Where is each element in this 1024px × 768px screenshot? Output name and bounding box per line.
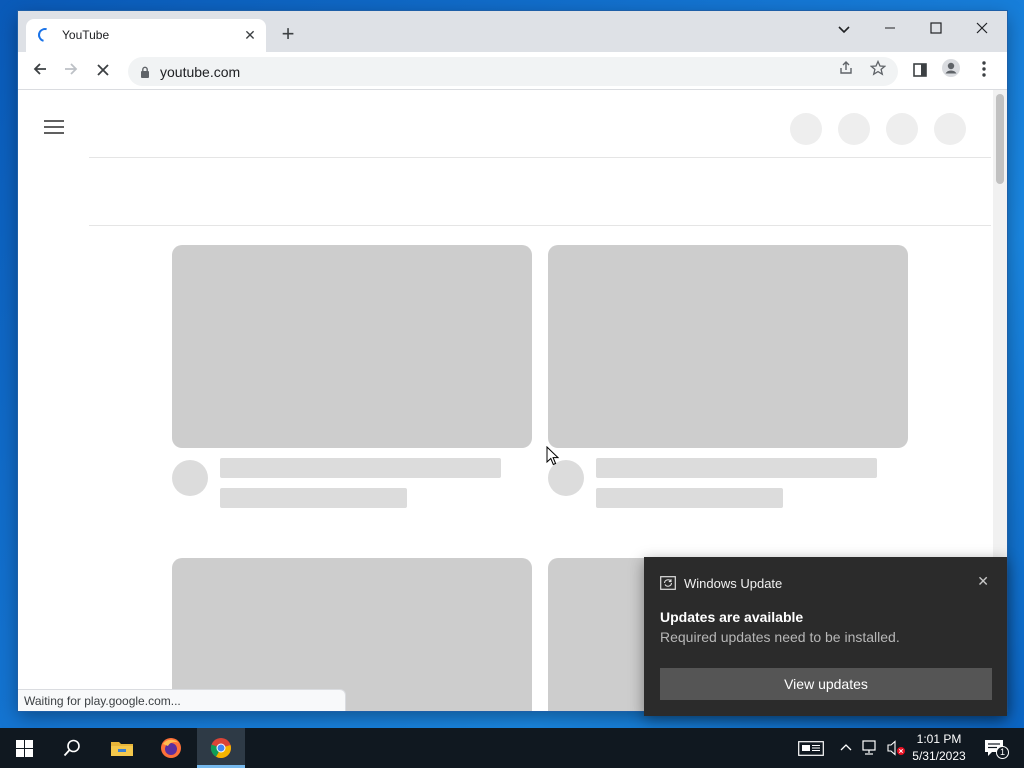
notification-count-badge: 1 — [996, 746, 1009, 759]
hamburger-menu-icon[interactable] — [44, 120, 64, 136]
action-center-button[interactable]: 1 — [980, 728, 1009, 768]
mouse-cursor-icon — [546, 446, 559, 466]
header-placeholder-circle — [886, 113, 918, 145]
tab-title: YouTube — [62, 28, 110, 42]
minimize-icon[interactable] — [867, 15, 913, 43]
header-placeholder-circle — [790, 113, 822, 145]
show-hidden-icons-chevron-icon[interactable] — [837, 728, 855, 768]
back-icon[interactable] — [27, 58, 53, 84]
kebab-menu-icon[interactable] — [971, 58, 997, 84]
chrome-button[interactable] — [197, 728, 245, 768]
new-tab-icon[interactable]: + — [276, 23, 300, 47]
firefox-button[interactable] — [147, 728, 195, 768]
loading-spinner-icon — [35, 25, 55, 45]
scrollbar-thumb[interactable] — [996, 94, 1004, 184]
tab-strip: YouTube ✕ + — [18, 11, 1007, 52]
video-thumbnail-placeholder — [548, 245, 908, 448]
channel-avatar-placeholder — [172, 460, 208, 496]
file-explorer-button[interactable] — [98, 728, 146, 768]
video-thumbnail-placeholder — [172, 245, 532, 448]
stop-loading-icon[interactable] — [90, 58, 116, 84]
firefox-icon — [161, 738, 181, 758]
toast-app-name: Windows Update — [684, 576, 783, 591]
browser-toolbar: youtube.com — [18, 52, 1007, 90]
news-widget-icon[interactable] — [797, 728, 825, 768]
folder-icon — [111, 742, 133, 756]
network-icon[interactable] — [860, 728, 882, 768]
header-divider — [89, 157, 991, 158]
start-button[interactable] — [0, 728, 48, 768]
chrome-icon — [210, 738, 231, 759]
address-bar[interactable]: youtube.com — [128, 57, 898, 86]
bookmark-star-icon[interactable] — [866, 59, 890, 84]
forward-icon[interactable] — [58, 58, 84, 84]
chips-divider — [89, 225, 991, 226]
taskbar-clock[interactable]: 1:01 PM 5/31/2023 — [905, 731, 973, 765]
profile-icon[interactable] — [938, 58, 964, 84]
toast-close-icon[interactable]: ✕ — [977, 573, 989, 590]
view-updates-button[interactable]: View updates — [660, 668, 992, 700]
volume-muted-icon[interactable] — [884, 728, 906, 768]
toast-title: Updates are available — [660, 609, 804, 625]
windows-update-toast[interactable]: Windows Update ✕ Updates are available R… — [644, 557, 1007, 716]
taskbar: 1:01 PM 5/31/2023 1 — [0, 728, 1024, 768]
maximize-icon[interactable] — [913, 15, 959, 43]
windows-update-icon — [660, 576, 676, 590]
share-icon[interactable] — [834, 60, 858, 84]
search-button[interactable] — [48, 728, 96, 768]
header-placeholder-circle — [934, 113, 966, 145]
close-window-icon[interactable] — [959, 15, 1005, 43]
tab-close-icon[interactable]: ✕ — [240, 25, 260, 45]
side-panel-icon[interactable] — [907, 58, 933, 84]
clock-time: 1:01 PM — [916, 732, 962, 746]
tab-search-icon[interactable] — [821, 15, 867, 43]
meta-placeholder — [220, 488, 407, 508]
lock-icon — [141, 66, 149, 78]
status-bubble: Waiting for play.google.com... — [18, 689, 346, 711]
tab-youtube[interactable]: YouTube ✕ — [26, 19, 266, 52]
windows-logo-icon — [16, 740, 33, 757]
header-placeholder-circle — [838, 113, 870, 145]
meta-placeholder — [596, 488, 783, 508]
title-placeholder — [220, 458, 501, 478]
clock-date: 5/31/2023 — [912, 749, 966, 763]
search-icon — [63, 739, 80, 757]
title-placeholder — [596, 458, 877, 478]
toast-body: Required updates need to be installed. — [660, 629, 900, 645]
url-text: youtube.com — [160, 64, 241, 80]
